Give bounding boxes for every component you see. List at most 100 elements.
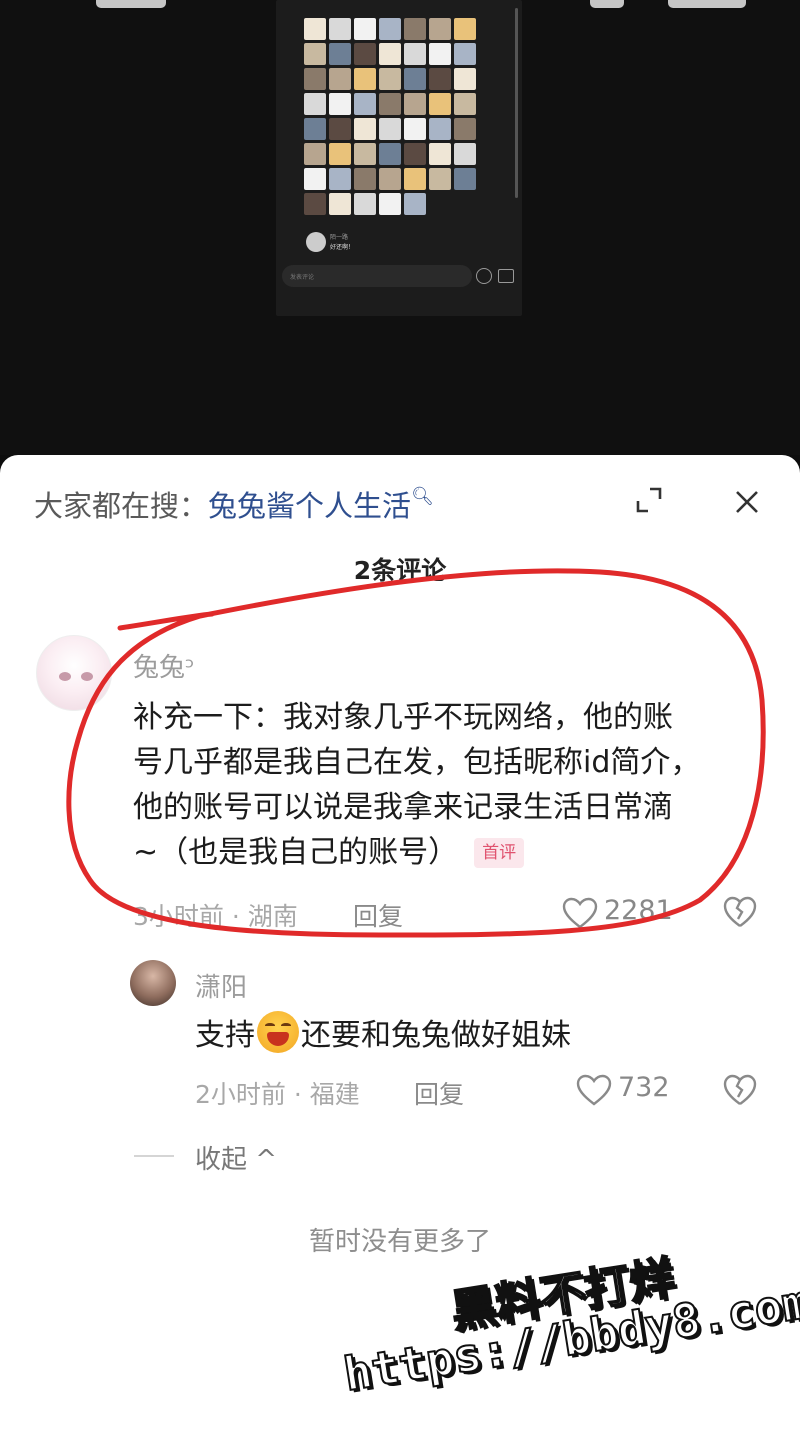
sticker-thumbnail: [329, 43, 351, 65]
sticker-thumbnail: [379, 193, 401, 215]
embedded-scrollbar: [515, 8, 518, 198]
sticker-thumbnail: [404, 43, 426, 65]
like-button[interactable]: 2281: [562, 895, 682, 929]
dislike-icon[interactable]: [723, 895, 757, 929]
expand-icon[interactable]: [636, 487, 662, 513]
search-keyword-link[interactable]: 兔兔酱个人生活: [208, 489, 411, 523]
embedded-avatar: [306, 232, 326, 252]
embedded-comment-text: 好还啊！: [330, 244, 355, 251]
embedded-comment-input: 发表评论: [282, 265, 472, 287]
comment-line: ~（也是我自己的账号）: [133, 835, 459, 870]
comment-meta: 3小时前 · 湖南: [133, 902, 298, 931]
sticker-thumbnail: [354, 193, 376, 215]
sticker-thumbnail: [304, 68, 326, 90]
first-comment-badge: 首评: [474, 838, 525, 868]
embedded-comment: 陌一路 好还啊！: [286, 232, 514, 256]
comment-text-part: 还要和兔兔做好姐妹: [301, 1018, 571, 1053]
comment-text: 支持 还要和兔兔做好姐妹: [195, 1011, 755, 1058]
sticker-thumbnail: [454, 93, 476, 115]
sticker-thumbnail: [454, 18, 476, 40]
comment-text: 补充一下：我对象几乎不玩网络，他的账 号几乎都是我自己在发，包括昵称id简介， …: [133, 695, 753, 875]
sticker-thumbnail: [354, 168, 376, 190]
sticker-thumbnail: [454, 68, 476, 90]
comment-sheet: 大家都在搜：兔兔酱个人生活🔍︎ 2条评论 兔兔ᵓ 补充一下：我对象几乎不玩网络，…: [0, 455, 800, 1434]
grin-emoji-icon: [257, 1011, 299, 1053]
sticker-grid: [304, 18, 480, 215]
comment-line: 号几乎都是我自己在发，包括昵称id简介，: [133, 745, 701, 780]
sticker-thumbnail: [354, 68, 376, 90]
sticker-thumbnail: [304, 118, 326, 140]
avatar[interactable]: [36, 635, 112, 711]
sticker-thumbnail: [379, 18, 401, 40]
sticker-thumbnail: [329, 18, 351, 40]
search-suggestion[interactable]: 大家都在搜：兔兔酱个人生活🔍︎: [34, 483, 434, 525]
collapse-replies-button[interactable]: 收起 ^: [195, 1139, 277, 1176]
sticker-thumbnail: [454, 143, 476, 165]
sticker-thumbnail: [304, 43, 326, 65]
comment-count-title: 2条评论: [353, 556, 447, 585]
sticker-thumbnail: [329, 93, 351, 115]
comment-line: 补充一下：我对象几乎不玩网络，他的账: [133, 700, 673, 735]
embedded-emoji-icon: [476, 268, 492, 284]
sticker-thumbnail: [404, 193, 426, 215]
sticker-thumbnail: [329, 143, 351, 165]
sticker-thumbnail: [329, 118, 351, 140]
sticker-thumbnail: [329, 68, 351, 90]
reply-button[interactable]: 回复: [414, 1075, 464, 1111]
embedded-username: 陌一路: [330, 234, 349, 241]
sticker-thumbnail: [404, 93, 426, 115]
sticker-thumbnail: [379, 43, 401, 65]
status-bar-signal-icon: [590, 0, 624, 8]
sticker-thumbnail: [404, 118, 426, 140]
status-bar-battery-icon: [668, 0, 746, 8]
sticker-thumbnail: [454, 168, 476, 190]
background-video-area: 陌一路 好还啊！ 发表评论: [0, 0, 800, 455]
no-more-text: 暂时没有更多了: [308, 1227, 491, 1257]
sticker-thumbnail: [429, 18, 451, 40]
dislike-icon[interactable]: [723, 1073, 757, 1107]
sticker-thumbnail: [329, 193, 351, 215]
sticker-thumbnail: [404, 143, 426, 165]
sticker-thumbnail: [304, 18, 326, 40]
sticker-thumbnail: [429, 118, 451, 140]
search-icon: 🔍︎: [411, 486, 434, 507]
sticker-thumbnail: [454, 118, 476, 140]
comment-username[interactable]: 潇阳: [195, 967, 247, 1004]
status-bar-time: [96, 0, 166, 8]
reply-button[interactable]: 回复: [353, 897, 403, 933]
sticker-thumbnail: [379, 118, 401, 140]
avatar[interactable]: [130, 960, 176, 1006]
sticker-thumbnail: [429, 68, 451, 90]
sticker-thumbnail: [404, 18, 426, 40]
sticker-thumbnail: [354, 93, 376, 115]
sticker-thumbnail: [404, 68, 426, 90]
sticker-thumbnail: [429, 168, 451, 190]
heart-icon: [576, 1074, 612, 1106]
sticker-thumbnail: [304, 193, 326, 215]
collapse-divider: [134, 1155, 174, 1157]
sticker-thumbnail: [379, 168, 401, 190]
comment-username[interactable]: 兔兔ᵓ: [133, 647, 195, 684]
close-icon[interactable]: [734, 489, 760, 515]
comment-text-part: 支持: [195, 1018, 255, 1053]
sticker-thumbnail: [379, 93, 401, 115]
sticker-thumbnail: [429, 93, 451, 115]
sticker-thumbnail: [304, 168, 326, 190]
heart-icon: [562, 897, 598, 929]
sticker-thumbnail: [354, 43, 376, 65]
sticker-thumbnail: [404, 168, 426, 190]
comment-meta: 2小时前 · 福建: [195, 1080, 360, 1109]
embedded-header: [306, 0, 506, 10]
sticker-thumbnail: [429, 43, 451, 65]
like-button[interactable]: 732: [576, 1072, 686, 1106]
comment-line: 他的账号可以说是我拿来记录生活日常滴: [133, 790, 673, 825]
sticker-thumbnail: [379, 68, 401, 90]
search-prefix: 大家都在搜：: [34, 489, 209, 523]
sticker-thumbnail: [354, 18, 376, 40]
like-count: 2281: [604, 895, 673, 926]
sticker-thumbnail: [304, 143, 326, 165]
like-count: 732: [618, 1072, 670, 1103]
embedded-image-icon: [498, 269, 514, 283]
sticker-thumbnail: [454, 43, 476, 65]
sticker-thumbnail: [354, 118, 376, 140]
